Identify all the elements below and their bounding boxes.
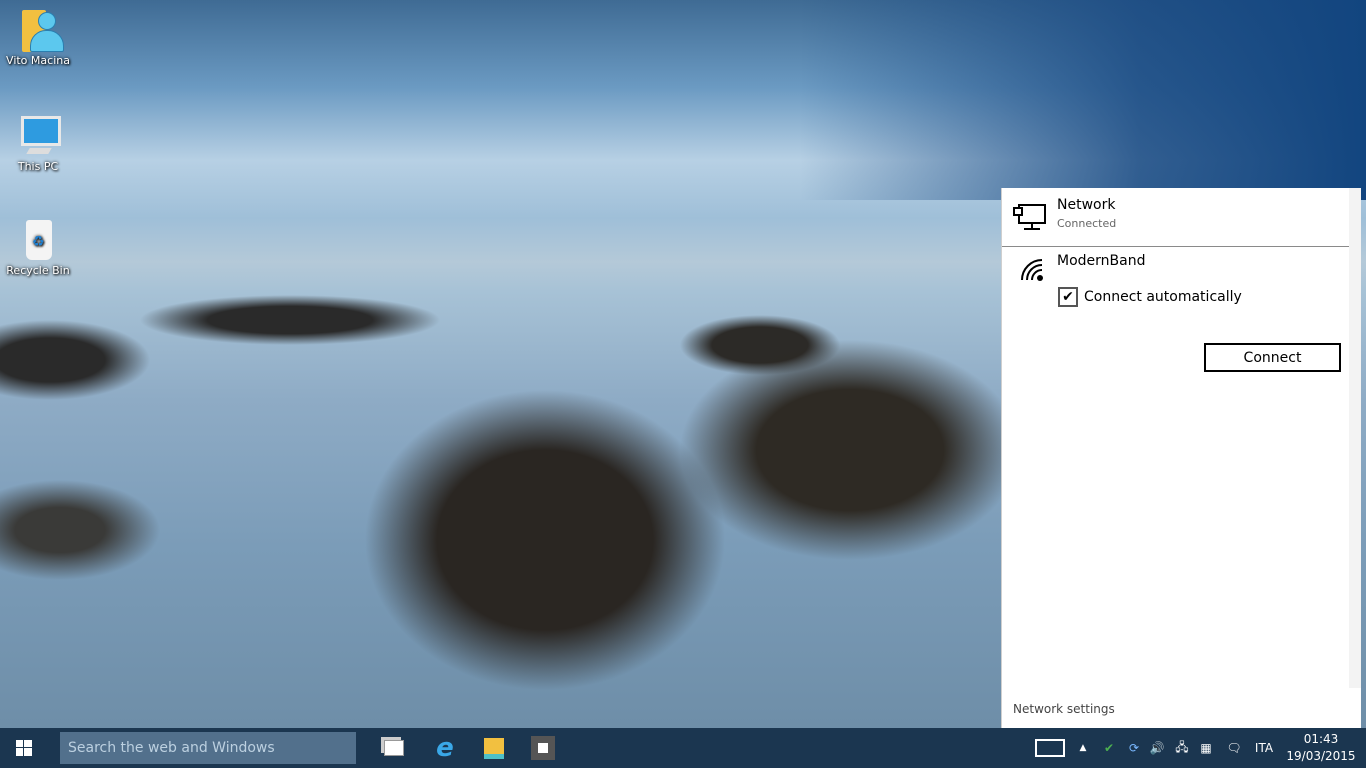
desktop-icon-label: Vito Macina <box>6 54 70 67</box>
connected-network-status: Connected <box>1057 217 1117 230</box>
volume-button[interactable]: 🔊 <box>1147 728 1167 768</box>
store-icon <box>531 736 555 760</box>
security-shield-icon: ✔ <box>1103 741 1115 755</box>
chevron-up-icon: ▲ <box>1079 743 1087 753</box>
wifi-network-name: ModernBand <box>1057 253 1146 269</box>
speaker-icon: 🔊 <box>1149 741 1165 755</box>
windows-logo-icon <box>16 740 32 756</box>
wired-network-icon <box>1013 204 1046 230</box>
input-tray-button[interactable]: ▦ <box>1196 728 1216 768</box>
connected-network[interactable]: Network Connected <box>1002 188 1349 247</box>
desktop-icon-label: Recycle Bin <box>6 264 70 277</box>
clock[interactable]: 01:43 19/03/2015 <box>1286 731 1356 765</box>
desktop-icon-this-pc[interactable]: This PC <box>0 112 76 173</box>
wifi-icon <box>1021 259 1043 281</box>
task-view-button[interactable] <box>374 728 414 768</box>
grid-icon: ▦ <box>1200 741 1212 755</box>
security-tray-button[interactable]: ✔ <box>1099 728 1119 768</box>
taskbar: Search the web and Windows e ▲ ✔ ⟳ 🔊 🖧 ▦… <box>0 728 1366 768</box>
desktop-icon-label: This PC <box>17 160 59 173</box>
desktop-icon-recycle-bin[interactable]: ♻ Recycle Bin <box>0 216 76 277</box>
task-view-icon <box>384 740 404 756</box>
touch-keyboard-button[interactable] <box>1034 728 1066 768</box>
file-explorer-icon <box>484 737 504 759</box>
action-center-button[interactable]: 🗨 <box>1222 728 1246 768</box>
network-tray-button[interactable]: 🖧 <box>1172 728 1192 768</box>
clock-date: 19/03/2015 <box>1286 749 1356 763</box>
store-button[interactable] <box>523 728 563 768</box>
computer-icon <box>14 112 62 160</box>
sky-shade <box>800 0 1366 200</box>
start-button[interactable] <box>4 728 44 768</box>
show-hidden-icons-button[interactable]: ▲ <box>1074 728 1092 768</box>
flyout-scrollbar[interactable] <box>1349 188 1361 688</box>
connect-automatically-checkbox[interactable]: ✔ Connect automatically <box>1058 287 1242 307</box>
internet-explorer-icon: e <box>436 733 454 763</box>
connect-button[interactable]: Connect <box>1204 343 1341 372</box>
user-folder-icon <box>14 6 64 54</box>
connect-automatically-label: Connect automatically <box>1084 289 1242 305</box>
notification-icon: 🗨 <box>1226 741 1242 755</box>
keyboard-icon <box>1035 739 1065 757</box>
network-settings-link[interactable]: Network settings <box>1013 702 1115 716</box>
recycle-bin-icon: ♻ <box>14 216 62 264</box>
clock-time: 01:43 <box>1303 732 1339 746</box>
network-flyout: Network Connected ModernBand ✔ Connect a… <box>1001 188 1361 728</box>
checkbox-check-icon: ✔ <box>1058 287 1078 307</box>
language-indicator[interactable]: ITA <box>1250 728 1278 768</box>
internet-explorer-button[interactable]: e <box>425 728 465 768</box>
sync-tray-button[interactable]: ⟳ <box>1124 728 1144 768</box>
desktop-icon-user[interactable]: Vito Macina <box>0 6 76 67</box>
file-explorer-button[interactable] <box>474 728 514 768</box>
search-input[interactable]: Search the web and Windows <box>60 732 356 764</box>
network-icon: 🖧 <box>1175 739 1189 754</box>
sync-icon: ⟳ <box>1128 741 1140 755</box>
connected-network-name: Network <box>1057 197 1116 213</box>
